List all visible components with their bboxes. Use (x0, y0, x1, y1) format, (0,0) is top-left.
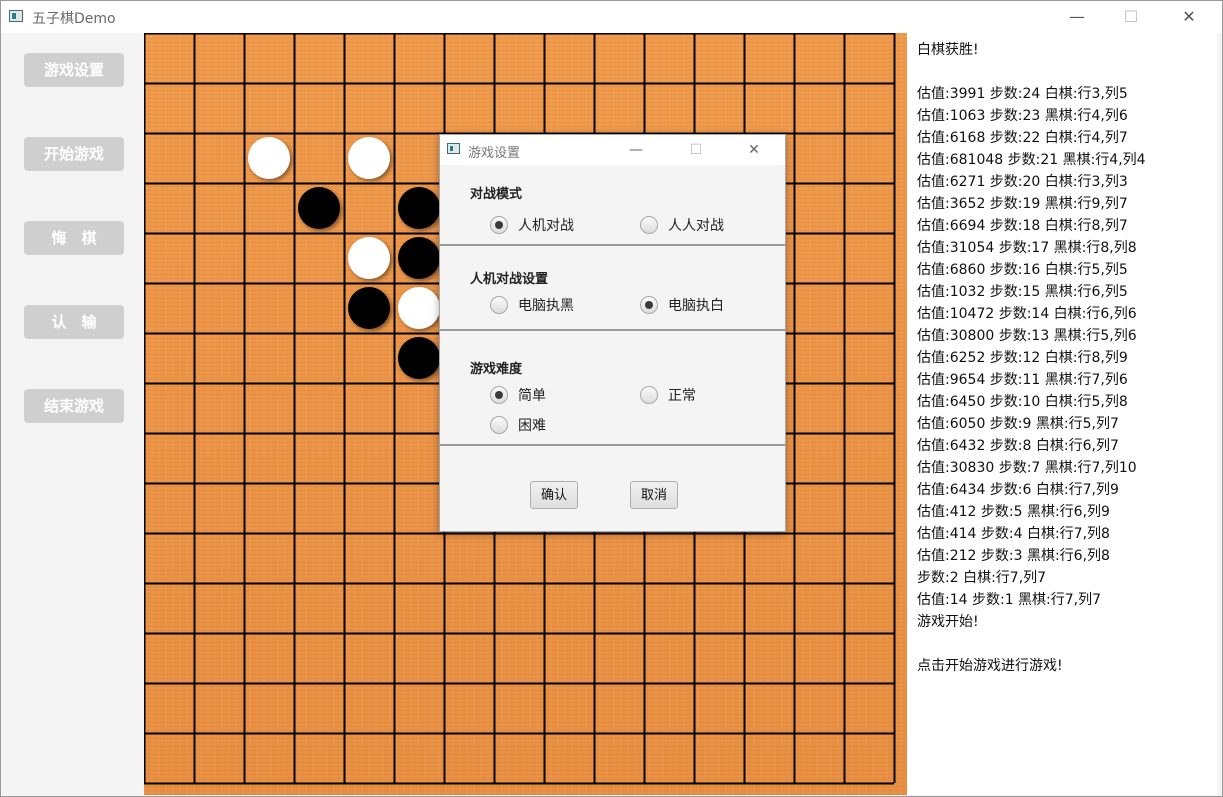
radio-label: 正常 (668, 388, 696, 404)
undo-move-button[interactable]: 悔 棋 (24, 221, 124, 255)
title-bar: 五子棋Demo — ☐ ✕ (1, 1, 1222, 33)
white-stone (348, 237, 390, 279)
log-line: 估值:681048 步数:21 黑棋:行4,列4 (917, 152, 1146, 168)
log-line: 步数:2 白棋:行7,列7 (917, 570, 1047, 586)
log-line: 估值:414 步数:4 白棋:行7,列8 (917, 526, 1110, 542)
radio-computer-black[interactable]: 电脑执黑 (490, 296, 590, 316)
radio-dot (490, 296, 508, 314)
radio-pve[interactable]: 人机对战 (490, 216, 590, 236)
black-stone (398, 187, 440, 229)
radio-dot (490, 386, 508, 404)
log-line: 白棋获胜! (917, 42, 979, 58)
black-stone (398, 237, 440, 279)
radio-label: 简单 (518, 388, 546, 404)
radio-label: 人人对战 (668, 218, 724, 234)
log-line: 估值:6860 步数:16 白棋:行5,列5 (917, 262, 1128, 278)
sidebar: 游戏设置 开始游戏 悔 棋 认 输 结束游戏 (4, 33, 144, 795)
black-stone (348, 287, 390, 329)
log-line: 估值:212 步数:3 黑棋:行6,列8 (917, 548, 1110, 564)
radio-label: 人机对战 (518, 218, 574, 234)
radio-label: 电脑执黑 (518, 298, 574, 314)
radio-dot (490, 416, 508, 434)
radio-normal[interactable]: 正常 (640, 386, 740, 406)
radio-hard[interactable]: 困难 (490, 416, 590, 436)
log-line: 估值:6434 步数:6 白棋:行7,列9 (917, 482, 1119, 498)
radio-dot (490, 216, 508, 234)
dialog-app-icon (447, 143, 460, 154)
log-line: 估值:412 步数:5 黑棋:行6,列9 (917, 504, 1110, 520)
divider (440, 329, 785, 331)
game-settings-button[interactable]: 游戏设置 (24, 53, 124, 87)
dialog-minimize-button[interactable]: — (616, 135, 656, 165)
log-line: 估值:10472 步数:14 白棋:行6,列6 (917, 306, 1137, 322)
battle-mode-title: 对战模式 (470, 187, 523, 202)
settings-dialog: 游戏设置 — ☐ ✕ 对战模式 人机对战 人人对战 人机对战设置 电脑执黑 电脑… (439, 134, 786, 532)
log-line: 点击开始游戏进行游戏! (917, 658, 1063, 674)
black-stone (398, 337, 440, 379)
radio-easy[interactable]: 简单 (490, 386, 590, 406)
log-line: 估值:1032 步数:15 黑棋:行6,列5 (917, 284, 1128, 300)
log-line: 估值:31054 步数:17 黑棋:行8,列8 (917, 240, 1137, 256)
log-line: 估值:9654 步数:11 黑棋:行7,列6 (917, 372, 1128, 388)
log-line: 估值:6050 步数:9 黑棋:行5,列7 (917, 416, 1119, 432)
divider (440, 244, 785, 246)
black-stone (298, 187, 340, 229)
end-game-button[interactable]: 结束游戏 (24, 389, 124, 423)
dialog-title: 游戏设置 (468, 146, 521, 161)
close-button[interactable]: ✕ (1166, 1, 1212, 33)
radio-computer-white[interactable]: 电脑执白 (640, 296, 740, 316)
white-stone (248, 137, 290, 179)
radio-dot (640, 216, 658, 234)
radio-label: 困难 (518, 418, 546, 434)
ai-settings-title: 人机对战设置 (470, 272, 549, 287)
main-window: 五子棋Demo — ☐ ✕ 游戏设置 开始游戏 悔 棋 认 输 结束游戏 白棋获… (0, 0, 1223, 797)
log-line: 估值:3652 步数:19 黑棋:行9,列7 (917, 196, 1128, 212)
white-stone (398, 287, 440, 329)
start-game-button[interactable]: 开始游戏 (24, 137, 124, 171)
log-line: 估值:30830 步数:7 黑棋:行7,列10 (917, 460, 1137, 476)
radio-dot (640, 296, 658, 314)
app-icon (9, 10, 23, 22)
minimize-button[interactable]: — (1054, 1, 1100, 33)
confirm-button[interactable]: 确认 (530, 481, 578, 509)
dialog-close-button[interactable]: ✕ (734, 135, 774, 165)
log-line: 估值:6450 步数:10 白棋:行5,列8 (917, 394, 1128, 410)
cancel-button[interactable]: 取消 (630, 481, 678, 509)
surrender-button[interactable]: 认 输 (24, 305, 124, 339)
log-line: 估值:14 步数:1 黑棋:行7,列7 (917, 592, 1102, 608)
log-line: 估值:1063 步数:23 黑棋:行4,列6 (917, 108, 1128, 124)
maximize-button[interactable]: ☐ (1108, 1, 1154, 33)
log-line: 估值:6432 步数:8 白棋:行6,列7 (917, 438, 1119, 454)
radio-label: 电脑执白 (668, 298, 724, 314)
radio-dot (640, 386, 658, 404)
log-line: 估值:6694 步数:18 白棋:行8,列7 (917, 218, 1128, 234)
dialog-title-bar: 游戏设置 — ☐ ✕ (440, 135, 785, 165)
log-line: 游戏开始! (917, 614, 979, 630)
window-title: 五子棋Demo (32, 11, 116, 27)
divider (440, 444, 785, 446)
log-line: 估值:6271 步数:20 白棋:行3,列3 (917, 174, 1128, 190)
log-line: 估值:6252 步数:12 白棋:行8,列9 (917, 350, 1128, 366)
dialog-maximize-button[interactable]: ☐ (676, 135, 716, 165)
game-log: 白棋获胜! 估值:3991 步数:24 白棋:行3,列5 估值:1063 步数:23… (907, 33, 1217, 795)
log-line: 估值:6168 步数:22 白棋:行4,列7 (917, 130, 1128, 146)
difficulty-title: 游戏难度 (470, 362, 523, 377)
white-stone (348, 137, 390, 179)
radio-pvp[interactable]: 人人对战 (640, 216, 740, 236)
log-line: 估值:30800 步数:13 黑棋:行5,列6 (917, 328, 1137, 344)
log-line: 估值:3991 步数:24 白棋:行3,列5 (917, 86, 1128, 102)
